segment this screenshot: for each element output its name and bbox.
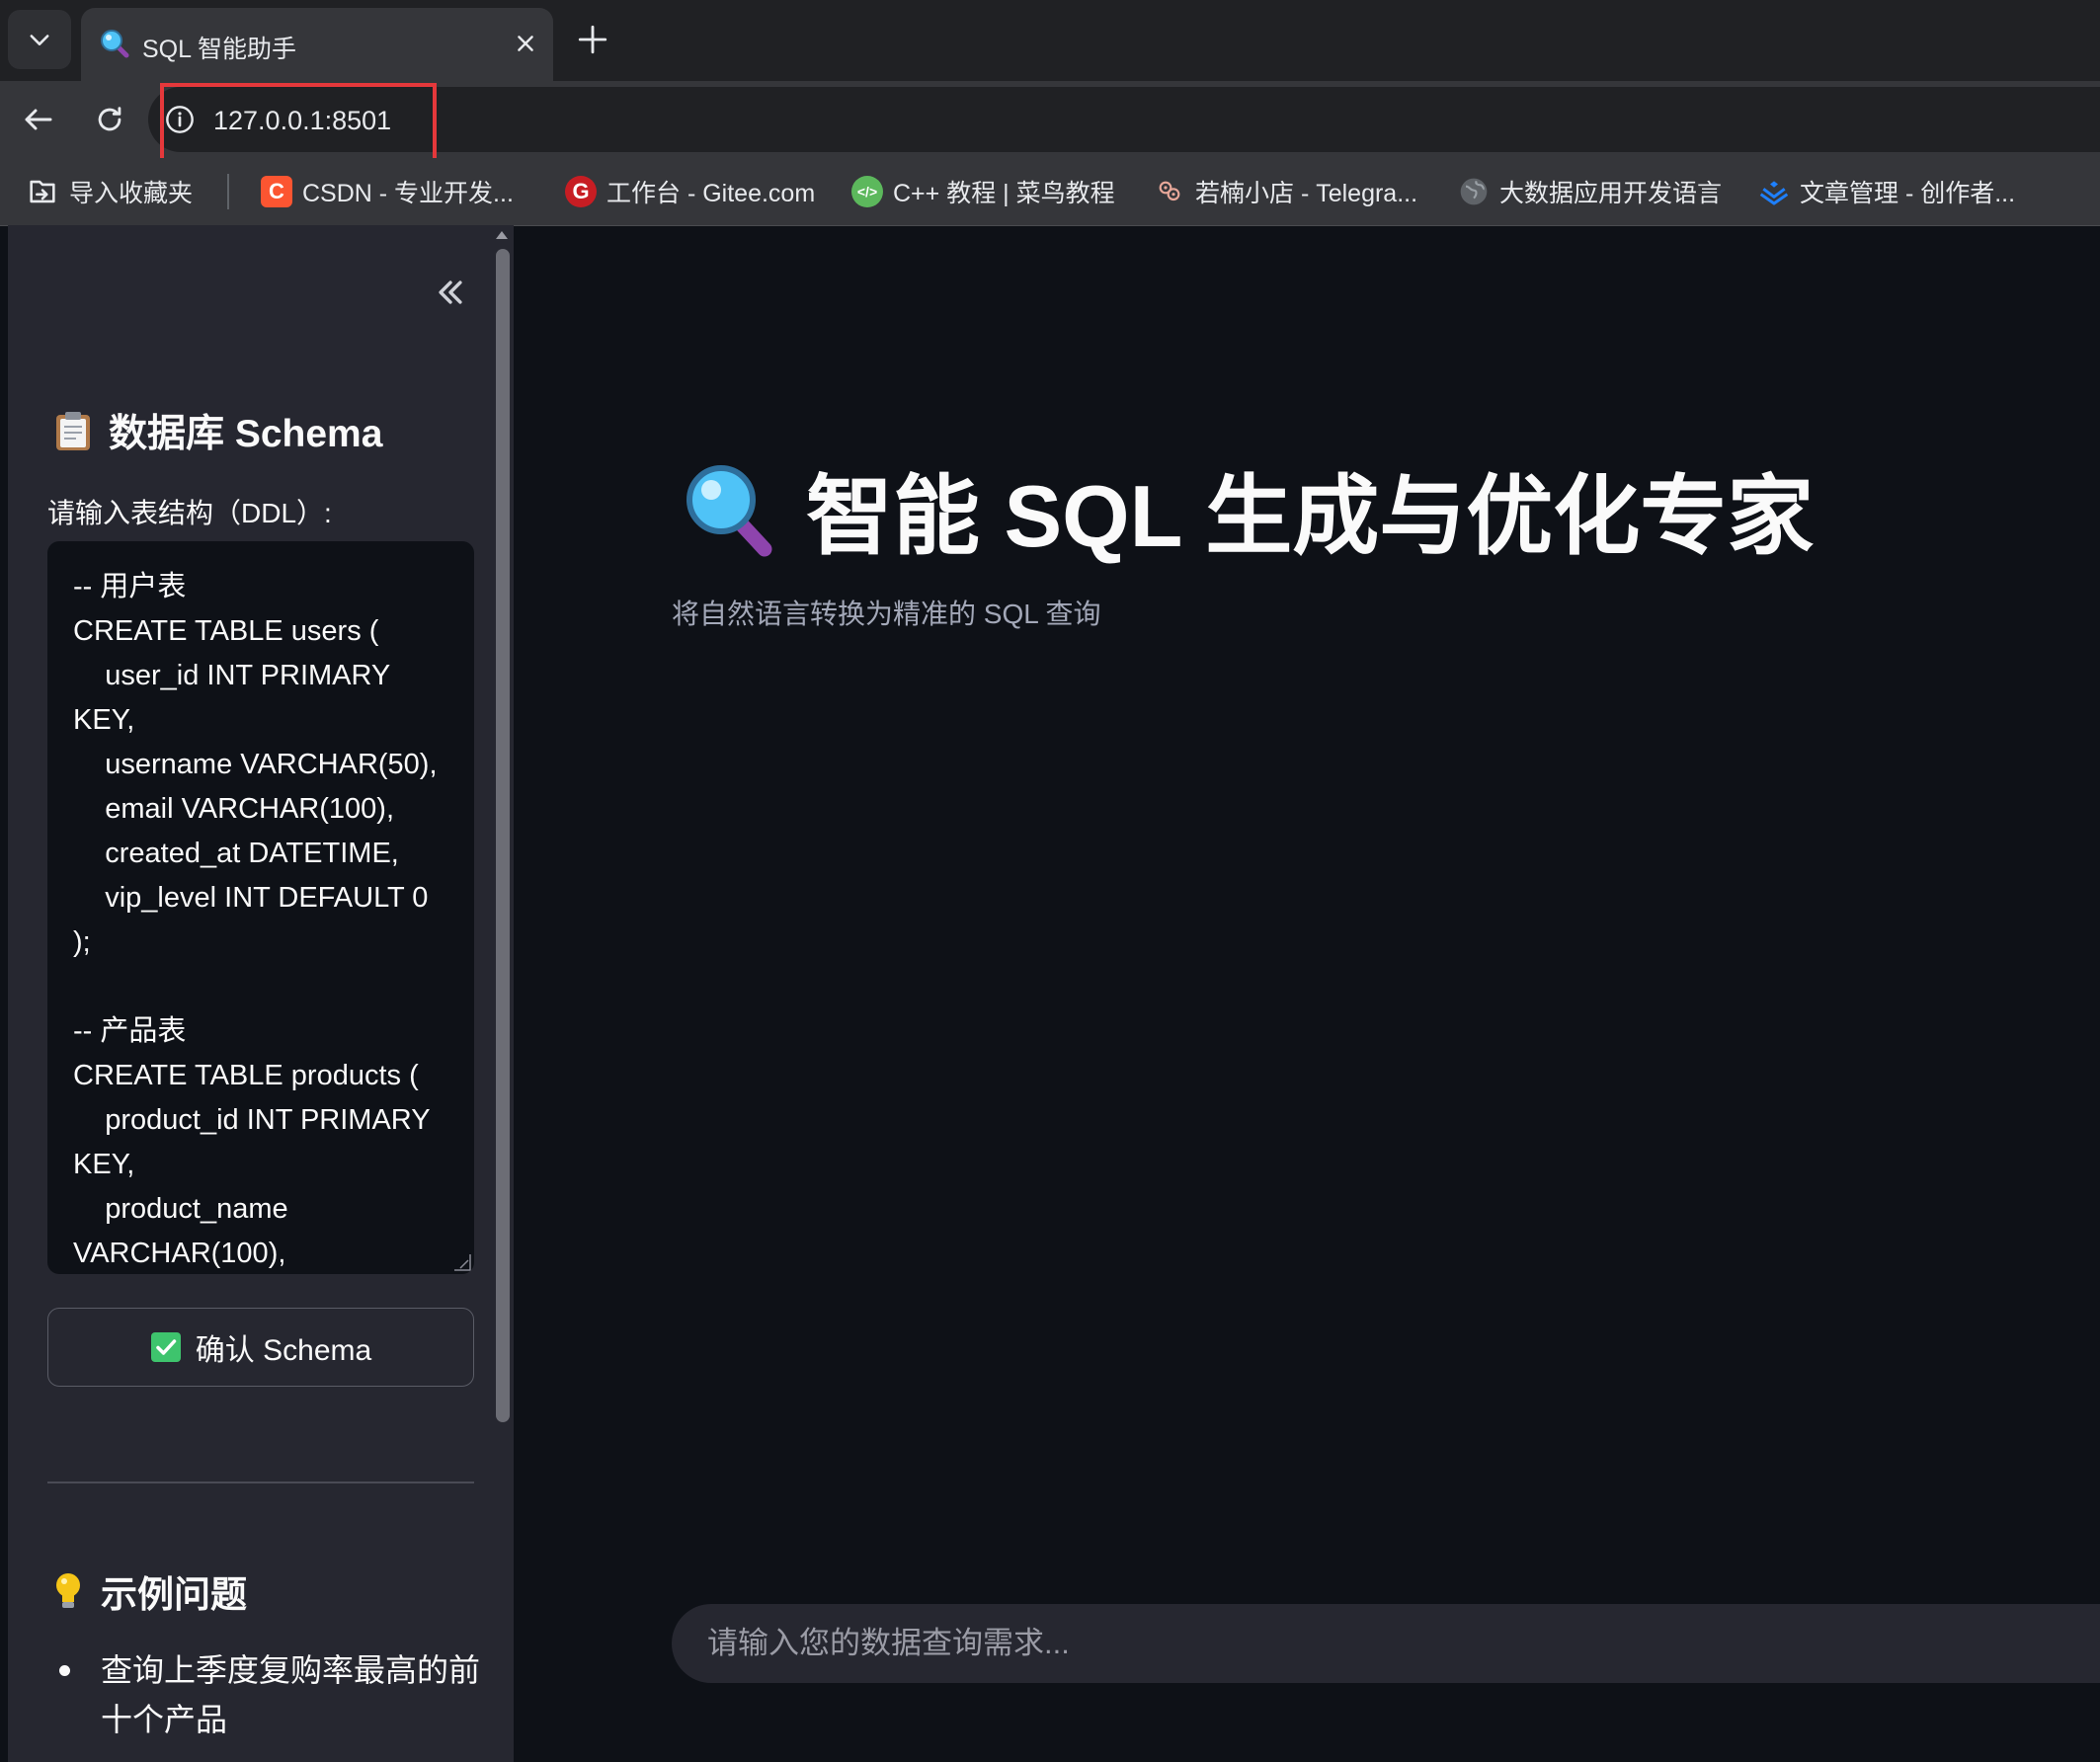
ddl-textarea[interactable]: -- 用户表 CREATE TABLE users ( user_id INT … — [47, 541, 474, 1274]
reload-icon — [98, 107, 121, 131]
scroll-up-arrow-icon[interactable] — [496, 231, 508, 239]
page-title: 智能 SQL 生成与优化专家 — [682, 446, 1814, 572]
tab-strip: SQL 智能助手 — [0, 0, 2100, 81]
query-input[interactable] — [672, 1604, 2100, 1683]
schema-heading: 数据库 Schema — [53, 403, 382, 458]
sidebar: 数据库 Schema 请输入表结构（DDL）: -- 用户表 CREATE TA… — [8, 225, 514, 1762]
ddl-text[interactable]: -- 用户表 CREATE TABLE users ( user_id INT … — [47, 541, 474, 1274]
ddl-label: 请输入表结构（DDL）: — [47, 498, 332, 528]
examples-heading: 示例问题 — [53, 1564, 247, 1618]
runoob-icon: </> — [851, 176, 883, 207]
confirm-schema-label: 确认 Schema — [195, 1334, 372, 1367]
collapse-sidebar-button[interactable] — [421, 263, 480, 322]
arrow-left-icon — [25, 109, 52, 130]
clipboard-icon — [56, 412, 90, 450]
bookmark-import[interactable]: 导入收藏夹 — [26, 172, 193, 211]
address-bar[interactable]: 127.0.0.1:8501 — [148, 87, 2100, 152]
close-icon — [518, 36, 533, 51]
back-button[interactable] — [14, 95, 63, 144]
chevron-down-icon — [30, 35, 49, 45]
bookmark-bigdata[interactable]: 大数据应用开发语言 — [1458, 172, 1722, 211]
csdn-icon: C — [261, 176, 292, 207]
active-tab[interactable]: SQL 智能助手 — [81, 8, 553, 81]
page-subtitle: 将自然语言转换为精准的 SQL 查询 — [672, 599, 1101, 629]
magnifier-icon — [687, 464, 772, 556]
globe-icon — [1460, 178, 1488, 205]
double-chevron-left-icon — [439, 280, 462, 304]
confirm-schema-button[interactable]: 确认 Schema — [47, 1308, 474, 1387]
plus-icon — [578, 25, 607, 54]
list-item[interactable]: 查询上季度复购率最高的前十个产品 — [47, 1645, 482, 1744]
tab-close-button[interactable] — [508, 26, 543, 61]
bookmark-juejin[interactable]: 文章管理 - 创作者... — [1758, 172, 2015, 211]
resize-handle-icon[interactable] — [452, 1252, 472, 1272]
sidebar-scroll-thumb[interactable] — [496, 249, 510, 1422]
bookmark-runoob[interactable]: </> C++ 教程 | 菜鸟教程 — [851, 172, 1115, 211]
magnifier-icon — [101, 30, 129, 58]
tab-title: SQL 智能助手 — [142, 36, 297, 63]
lightbulb-icon — [56, 1573, 80, 1608]
bookmarks-bar: 导入收藏夹 C CSDN - 专业开发... G 工作台 - Gitee.com… — [0, 158, 2100, 226]
bookmark-gitee[interactable]: G 工作台 - Gitee.com — [565, 172, 815, 211]
new-tab-button[interactable] — [571, 18, 614, 61]
bookmark-csdn[interactable]: C CSDN - 专业开发... — [261, 172, 514, 211]
juejin-icon — [1759, 181, 1789, 205]
bookmark-shop[interactable]: 若楠小店 - Telegra... — [1154, 172, 1417, 211]
import-bookmarks-icon — [30, 180, 55, 203]
tab-search-button[interactable] — [8, 10, 71, 69]
schema-title: 数据库 Schema — [109, 413, 383, 455]
sidebar-divider — [47, 1482, 474, 1483]
page-title-text: 智能 SQL 生成与优化专家 — [806, 467, 1815, 565]
examples-title: 示例问题 — [101, 1574, 247, 1615]
url-highlight-annotation — [160, 83, 437, 162]
bookmark-separator — [227, 174, 229, 209]
gitee-icon: G — [565, 176, 597, 207]
examples-list: 查询上季度复购率最高的前十个产品 — [47, 1645, 482, 1744]
reload-button[interactable] — [85, 95, 134, 144]
check-icon — [150, 1332, 181, 1362]
shop-icon — [1159, 181, 1180, 201]
